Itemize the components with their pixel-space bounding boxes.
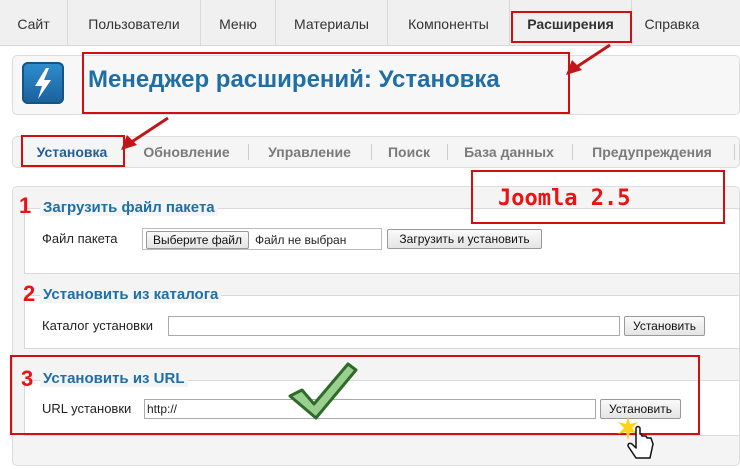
checkmark-icon bbox=[286, 360, 358, 427]
annotation-arrows bbox=[121, 43, 611, 150]
hand-cursor-icon bbox=[618, 414, 658, 469]
